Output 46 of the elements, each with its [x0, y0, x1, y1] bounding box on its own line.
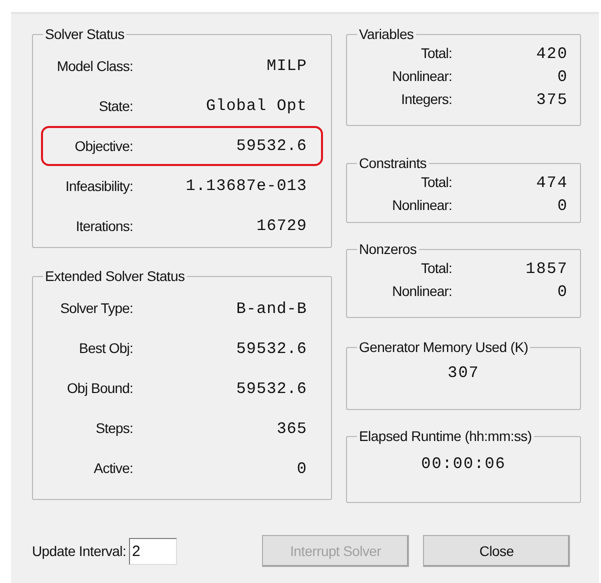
field-value: Global Opt — [204, 96, 308, 117]
field-value: 0 — [556, 282, 569, 302]
runtime-value: 00:00:06 — [421, 454, 506, 475]
group-title: Elapsed Runtime (hh:mm:ss) — [358, 428, 533, 444]
field-label: Infeasibility: — [64, 176, 133, 196]
update-interval-label: Update Interval: — [32, 542, 126, 561]
field-value: 474 — [535, 172, 569, 194]
field-label: Total: — [420, 44, 452, 63]
field-value: 59532.6 — [235, 136, 308, 157]
field-label: Steps: — [94, 419, 133, 438]
field-value: B-and-B — [235, 298, 308, 320]
group-title: Solver Status — [44, 26, 126, 42]
field-value: 1857 — [524, 258, 569, 280]
field-label: Best Obj: — [78, 339, 133, 358]
group-title: Extended Solver Status — [44, 268, 186, 284]
field-label: Total: — [420, 173, 452, 192]
field-value: 1.13687e-013 — [184, 176, 308, 197]
field-label: Nonlinear: — [391, 67, 452, 86]
field-label: Obj Bound: — [66, 379, 133, 398]
field-value: 59532.6 — [235, 378, 308, 400]
field-value: 0 — [556, 196, 569, 216]
field-label: Solver Type: — [59, 299, 133, 318]
field-value: 0 — [296, 458, 308, 480]
field-value: 59532.6 — [235, 338, 308, 360]
field-value: MILP — [266, 56, 308, 77]
field-label: Active: — [92, 459, 133, 478]
field-value: 16729 — [255, 216, 308, 237]
field-label: State: — [98, 96, 133, 116]
group-title: Generator Memory Used (K) — [358, 339, 530, 355]
group-title: Nonzeros — [358, 241, 418, 257]
dialog-button[interactable]: Close — [423, 535, 570, 567]
group-title: Variables — [358, 26, 415, 42]
update-interval-field[interactable]: 2 — [129, 538, 178, 564]
field-value: 0 — [556, 66, 569, 88]
field-value: 365 — [276, 418, 308, 440]
field-label: Integers: — [400, 90, 452, 109]
field-label: Objective: — [74, 136, 133, 156]
field-label: Iterations: — [74, 216, 133, 236]
field-value: 375 — [535, 90, 569, 110]
field-label: Model Class: — [56, 56, 133, 76]
field-label: Nonlinear: — [391, 282, 452, 301]
memory-value: 307 — [448, 363, 480, 384]
group-title: Constraints — [358, 155, 428, 171]
field-label: Nonlinear: — [391, 196, 452, 215]
field-label: Total: — [420, 259, 452, 278]
field-value: 420 — [535, 44, 569, 64]
